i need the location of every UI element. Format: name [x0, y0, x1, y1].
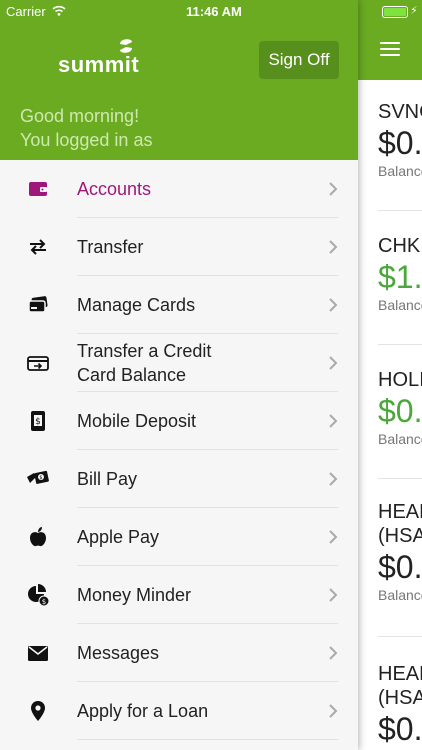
status-time: 11:46 AM — [186, 4, 242, 19]
apple-icon — [26, 525, 50, 549]
account-name-line2: (HSA — [378, 525, 422, 547]
menu-item-transfer-credit-card-balance[interactable]: Transfer a Credit Card Balance — [0, 334, 358, 392]
carrier-label: Carrier — [6, 4, 46, 19]
account-preview-4[interactable]: HEAL (HSA $0. Balance — [378, 500, 422, 604]
menu-item-manage-cards[interactable]: Manage Cards — [0, 276, 358, 334]
menu-item-label: Messages — [77, 643, 160, 663]
menu-item-label: Bill Pay — [77, 469, 138, 489]
menu-item-label: Mobile Deposit — [77, 411, 197, 431]
chevron-right-icon — [329, 298, 338, 312]
account-preview-5[interactable]: HEAL (HSA $0. — [378, 662, 422, 748]
account-amount: $1. — [378, 259, 422, 295]
account-name: HEAL — [378, 501, 422, 523]
location-pin-icon — [26, 699, 50, 723]
account-name-line2: (HSA — [378, 687, 422, 709]
account-amount: $0. — [378, 393, 422, 429]
chevron-right-icon — [329, 240, 338, 254]
account-name: CHK — [378, 235, 421, 257]
status-bar: Carrier 11:46 AM — [0, 0, 358, 22]
menu-item-apple-pay[interactable]: Apple Pay — [0, 508, 358, 566]
svg-text:$: $ — [35, 417, 41, 427]
menu-item-messages[interactable]: Messages — [0, 624, 358, 682]
menu-item-accounts[interactable]: Accounts — [0, 160, 358, 218]
svg-text:$: $ — [39, 475, 42, 481]
menu-item-label: Accounts — [77, 179, 152, 199]
account-name: HEAL — [378, 663, 422, 685]
account-balance-caption: Balance — [378, 587, 422, 603]
chevron-right-icon — [329, 182, 338, 196]
chevron-right-icon — [329, 646, 338, 660]
menu-item-money-minder[interactable]: $ Money Minder — [0, 566, 358, 624]
logo-wordmark: summit — [58, 52, 140, 77]
mobile-deposit-icon: $ — [26, 409, 50, 433]
battery-icon — [382, 6, 408, 18]
divider — [378, 478, 422, 479]
menu-item-label: Apple Pay — [77, 527, 160, 547]
envelope-icon — [26, 641, 50, 665]
accounts-panel: SVNG $0. Balance CHK $1. Balance HOLI $0… — [358, 0, 422, 750]
account-amount: $0. — [378, 711, 422, 747]
account-preview-2[interactable]: CHK $1. Balance — [378, 234, 422, 314]
account-balance-caption: Balance — [378, 297, 422, 313]
sign-off-button[interactable]: Sign Off — [259, 41, 339, 79]
transfer-arrows-icon — [26, 235, 50, 259]
menu-item-transfer[interactable]: Transfer — [0, 218, 358, 276]
chevron-right-icon — [329, 472, 338, 486]
chevron-right-icon — [329, 704, 338, 718]
divider — [378, 344, 422, 345]
drawer-menu: Accounts Transfer Manage Cards Transfer … — [0, 160, 358, 740]
wallet-icon — [26, 177, 50, 201]
menu-item-mobile-deposit[interactable]: $ Mobile Deposit — [0, 392, 358, 450]
account-name: HOLI — [378, 369, 422, 391]
account-balance-caption: Balance — [378, 431, 422, 447]
account-name: SVNG — [378, 101, 422, 123]
wifi-icon — [52, 5, 66, 16]
chevron-right-icon — [329, 588, 338, 602]
divider — [378, 210, 422, 211]
svg-text:$: $ — [42, 598, 46, 606]
account-preview-3[interactable]: HOLI $0. Balance — [378, 368, 422, 448]
divider — [77, 739, 338, 740]
account-preview-1[interactable]: SVNG $0. Balance — [378, 100, 422, 180]
charging-bolt-icon: ⚡ — [410, 5, 418, 17]
menu-item-apply-for-loan[interactable]: Apply for a Loan — [0, 682, 358, 740]
menu-item-label: Transfer — [77, 237, 144, 257]
menu-item-label: Money Minder — [77, 585, 192, 605]
account-amount: $0. — [378, 125, 422, 161]
navigation-drawer: summit Sign Off Good morning! You logged… — [0, 0, 358, 750]
divider — [378, 636, 422, 637]
drawer-header: summit Sign Off Good morning! You logged… — [0, 0, 358, 160]
bill-pay-icon: $ — [26, 467, 50, 491]
chevron-right-icon — [329, 414, 338, 428]
greeting-line-2: You logged in as — [20, 130, 153, 150]
menu-item-label: Manage Cards — [77, 295, 196, 315]
chevron-right-icon — [329, 356, 338, 370]
cards-icon — [26, 293, 50, 317]
menu-item-label: Apply for a Loan — [77, 701, 209, 721]
chevron-right-icon — [329, 530, 338, 544]
credit-card-transfer-icon — [26, 351, 50, 375]
menu-item-label: Transfer a Credit Card Balance — [77, 341, 212, 385]
menu-item-bill-pay[interactable]: $ Bill Pay — [0, 450, 358, 508]
greeting: Good morning! You logged in as — [20, 104, 152, 152]
hamburger-menu-icon[interactable] — [380, 42, 400, 56]
money-minder-icon: $ — [26, 583, 50, 607]
greeting-line-1: Good morning! — [20, 106, 140, 126]
account-balance-caption: Balance — [378, 163, 422, 179]
account-amount: $0. — [378, 549, 422, 585]
